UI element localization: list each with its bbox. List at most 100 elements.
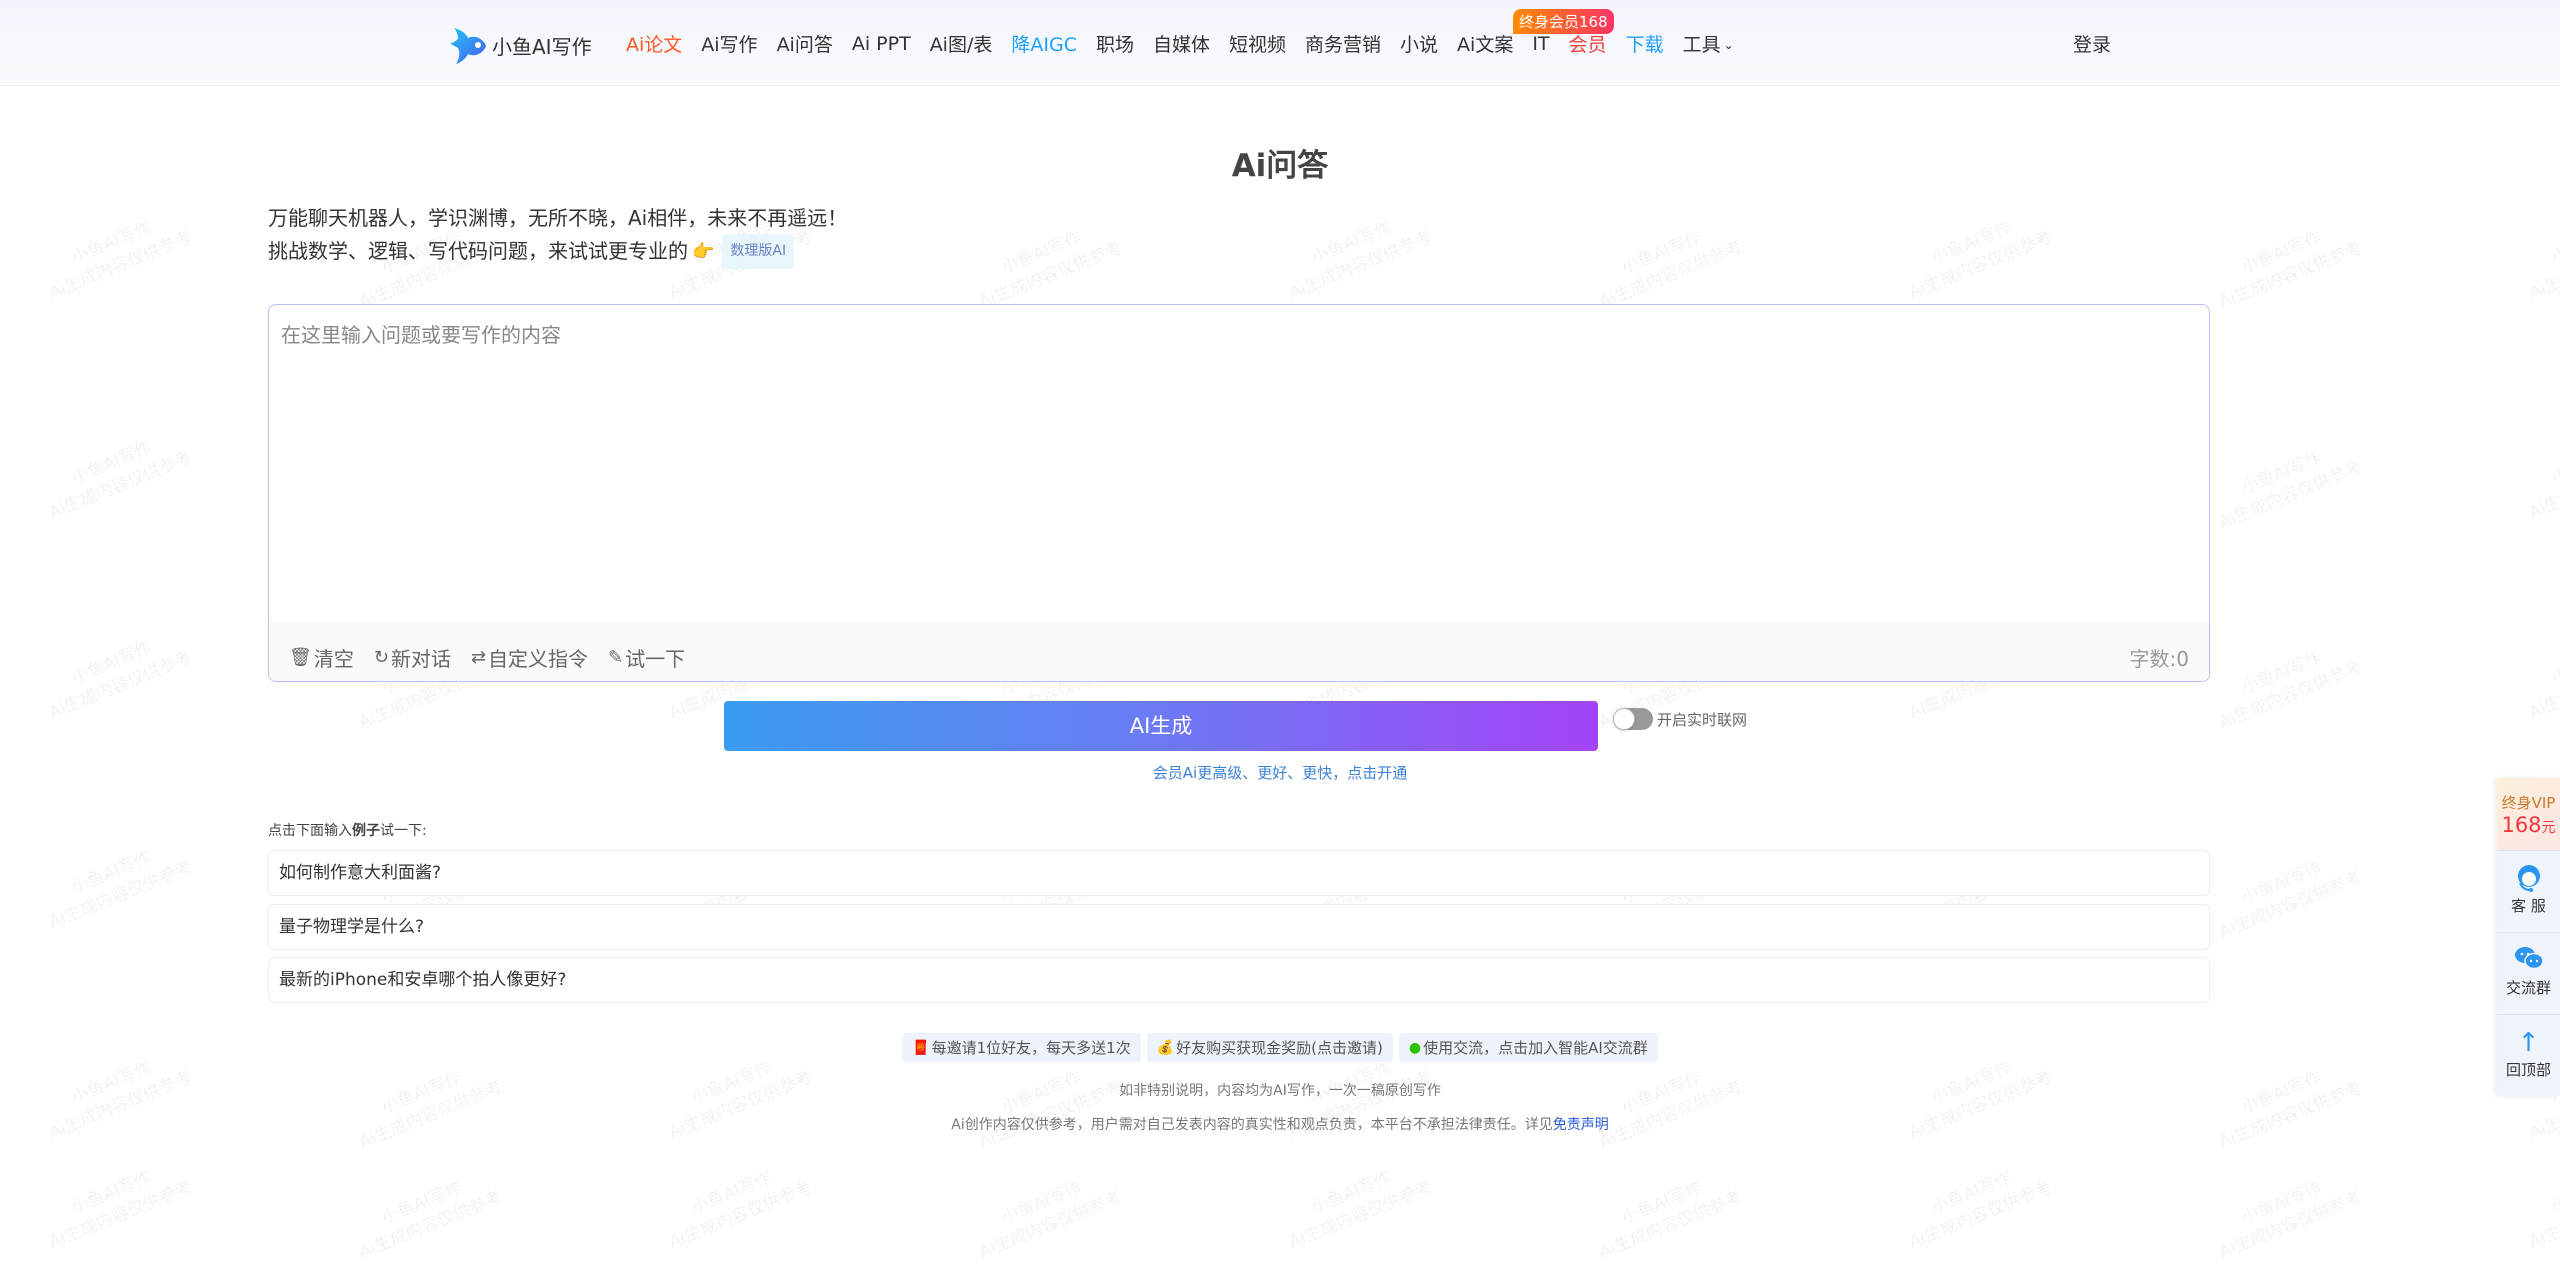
promo-row: 🧧 每邀请1位好友，每天多送1次 💰 好友购买获现金奖励(点击邀请) ● 使用交… (0, 1033, 2560, 1062)
nav-item[interactable]: IT (1532, 33, 1549, 55)
new-chat-label: 新对话 (390, 646, 451, 671)
nav-item[interactable]: 会员 (1569, 30, 1607, 57)
nav-item-label: 降AIGC (1011, 34, 1077, 56)
wechat-group-icon (2497, 945, 2560, 977)
disclaimer-note: Ai创作内容仅供参考，用户需对自己发表内容的真实性和观点负责，本平台不承担法律责… (0, 1114, 2560, 1134)
originality-note: 如非特别说明，内容均为AI写作，一次一稿原创写作 (1119, 1083, 1441, 1099)
watermark: 小鱼AI写作Ai生成内容仅供参考 (2216, 447, 2366, 533)
login-link[interactable]: 登录 (2073, 30, 2111, 57)
referral-promo-label: 好友购买获现金奖励(点击邀请) (1176, 1039, 1383, 1057)
nav-item-label: Ai PPT (851, 32, 911, 55)
watermark: 小鱼AI写作Ai生成内容仅供参考 (1286, 217, 1436, 303)
nav-item[interactable]: 职场 (1096, 30, 1134, 57)
feather-icon: ✎ (608, 646, 624, 668)
top-navbar: 小鱼AI写作 Ai论文 Ai写作 Ai问答 Ai PPT Ai图/表 降AIGC 职场 自媒体… (0, 0, 2560, 86)
editor-toolbar: 🗑 清空 ↻ 新对话 ⇄ 自定义指令 ✎ 试一下 字数:0 (269, 621, 2209, 681)
arrow-up-icon: ↑ (2517, 1028, 2540, 1058)
nav-item[interactable]: 短视频 (1229, 30, 1286, 57)
nav-item[interactable]: Ai文案 (1457, 30, 1513, 57)
nav-item[interactable]: Ai PPT (852, 33, 911, 55)
examples-label-bold: 例子 (352, 823, 380, 839)
nav-item[interactable]: 降AIGC (1011, 30, 1077, 57)
web-search-toggle[interactable]: 开启实时联网 (1613, 708, 1747, 730)
watermark: 小鱼AI写作Ai生成内容仅供参考 (2216, 857, 2366, 943)
referral-promo[interactable]: 💰 好友购买获现金奖励(点击邀请) (1146, 1033, 1393, 1062)
pointing-hand-icon: 👉 (692, 241, 715, 262)
customer-service-icon (2497, 863, 2560, 895)
watermark: 小鱼AI写作Ai生成内容仅供参考 (2216, 227, 2366, 313)
nav-item[interactable]: 自媒体 (1153, 30, 1210, 57)
web-search-label: 开启实时联网 (1657, 710, 1748, 729)
nav-item-label: Ai论文 (626, 34, 683, 56)
nav-item[interactable]: 下载 (1626, 30, 1664, 57)
red-envelope-icon: 🧧 (912, 1039, 930, 1056)
watermark: 小鱼AI写作Ai生成内容仅供参考 (2216, 1067, 2366, 1153)
watermark: 小鱼AI写作Ai生成内容仅供参考 (666, 1167, 816, 1253)
toggle-switch[interactable] (1613, 708, 1653, 730)
watermark: 小鱼AI写作Ai生成内容仅供参考 (1906, 1167, 2056, 1253)
refresh-icon: ↻ (373, 646, 389, 668)
watermark: 小鱼AI写作Ai生成内容仅供参考 (2526, 637, 2560, 723)
side-vip-button[interactable]: 终身VIP 168元 (2497, 778, 2560, 850)
page-title: Ai问答 (1231, 148, 1329, 184)
watermark: 小鱼AI写作Ai生成内容仅供参考 (976, 1177, 1126, 1263)
nav-item[interactable]: 工具 ⌄ (1683, 30, 1734, 57)
nav-item-label: 职场 (1095, 34, 1134, 56)
side-panel: 终身VIP 168元 客 服 交流群 ↑ 回顶部 (2497, 778, 2560, 1096)
try-it-button[interactable]: ✎ 试一下 (608, 643, 685, 672)
group-chat-label: 交流群 (2505, 979, 2551, 997)
group-chat-button[interactable]: 交流群 (2497, 932, 2560, 1014)
trash-icon: 🗑 (289, 646, 312, 668)
nav-item-label: 自媒体 (1152, 34, 1210, 56)
logo-text: 小鱼AI写作 (492, 34, 592, 59)
watermark: 小鱼AI写作Ai生成内容仅供参考 (1596, 227, 1746, 313)
disclaimer-text: Ai创作内容仅供参考，用户需对自己发表内容的真实性和观点负责，本平台不承担法律责… (951, 1117, 1553, 1133)
disclaimer-link[interactable]: 免责声明 (1553, 1117, 1609, 1133)
customer-service-button[interactable]: 客 服 (2497, 850, 2560, 932)
new-chat-button[interactable]: ↻ 新对话 (374, 643, 451, 672)
example-item[interactable]: 如何制作意大利面酱? (268, 850, 2210, 896)
clear-label: 清空 (313, 646, 354, 671)
nav-item-label: 工具 (1682, 34, 1721, 56)
math-ai-link[interactable]: 数理版AI (722, 234, 795, 269)
intro-line-1: 万能聊天机器人，学识渊博，无所不晓，Ai相伴，未来不再遥远！ (268, 206, 848, 230)
watermark: 小鱼AI写作Ai生成内容仅供参考 (46, 437, 196, 523)
watermark: 小鱼AI写作Ai生成内容仅供参考 (2216, 1177, 2366, 1263)
group-promo[interactable]: ● 使用交流，点击加入智能AI交流群 (1398, 1033, 1658, 1062)
nav-item-label: Ai写作 (701, 34, 758, 56)
custom-instruction-label: 自定义指令 (488, 646, 589, 671)
chevron-down-icon: ⌄ (1723, 38, 1734, 52)
logo[interactable]: 小鱼AI写作 (448, 24, 592, 66)
nav-item[interactable]: 商务营销 (1305, 30, 1381, 57)
custom-instruction-button[interactable]: ⇄ 自定义指令 (471, 643, 588, 672)
watermark: 小鱼AI写作Ai生成内容仅供参考 (2526, 217, 2560, 303)
examples-label-pre: 点击下面输入 (268, 823, 352, 839)
watermark: 小鱼AI写作Ai生成内容仅供参考 (976, 227, 1126, 313)
example-item[interactable]: 最新的iPhone和安卓哪个拍人像更好? (268, 957, 2210, 1003)
vip-badge[interactable]: 终身会员168 (1513, 9, 1614, 34)
ai-generate-button[interactable]: AI生成 (724, 701, 1598, 751)
main-nav: Ai论文 Ai写作 Ai问答 Ai PPT Ai图/表 降AIGC 职场 自媒体 短视频 商务营销… (626, 30, 1753, 57)
wechat-icon: ● (1408, 1039, 1422, 1056)
nav-item[interactable]: 小说 (1400, 30, 1438, 57)
nav-item[interactable]: Ai问答 (777, 30, 833, 57)
intro-text: 万能聊天机器人，学识渊博，无所不晓，Ai相伴，未来不再遥远！ 挑战数学、逻辑、写… (268, 203, 847, 269)
question-input[interactable] (269, 305, 2209, 623)
examples-label: 点击下面输入例子试一下: (268, 820, 427, 840)
watermark: 小鱼AI写作Ai生成内容仅供参考 (1906, 217, 2056, 303)
nav-item-label: 小说 (1400, 34, 1439, 56)
side-vip-price: 168 (2501, 813, 2542, 837)
clear-button[interactable]: 🗑 清空 (289, 643, 354, 672)
watermark: 小鱼AI写作Ai生成内容仅供参考 (976, 1067, 1126, 1153)
vip-promo-link[interactable]: 会员Ai更高级、更好、更快，点击开通 (0, 762, 2560, 783)
nav-item[interactable]: Ai图/表 (930, 30, 993, 57)
watermark: 小鱼AI写作Ai生成内容仅供参考 (46, 217, 196, 303)
back-to-top-button[interactable]: ↑ 回顶部 (2497, 1014, 2560, 1096)
example-item[interactable]: 量子物理学是什么? (268, 904, 2210, 950)
nav-item-label: 短视频 (1229, 34, 1287, 56)
invite-promo[interactable]: 🧧 每邀请1位好友，每天多送1次 (902, 1033, 1141, 1062)
watermark: 小鱼AI写作Ai生成内容仅供参考 (46, 637, 196, 723)
watermark: 小鱼AI写作Ai生成内容仅供参考 (1596, 1177, 1746, 1263)
nav-item[interactable]: Ai论文 (626, 30, 682, 57)
nav-item[interactable]: Ai写作 (701, 30, 757, 57)
